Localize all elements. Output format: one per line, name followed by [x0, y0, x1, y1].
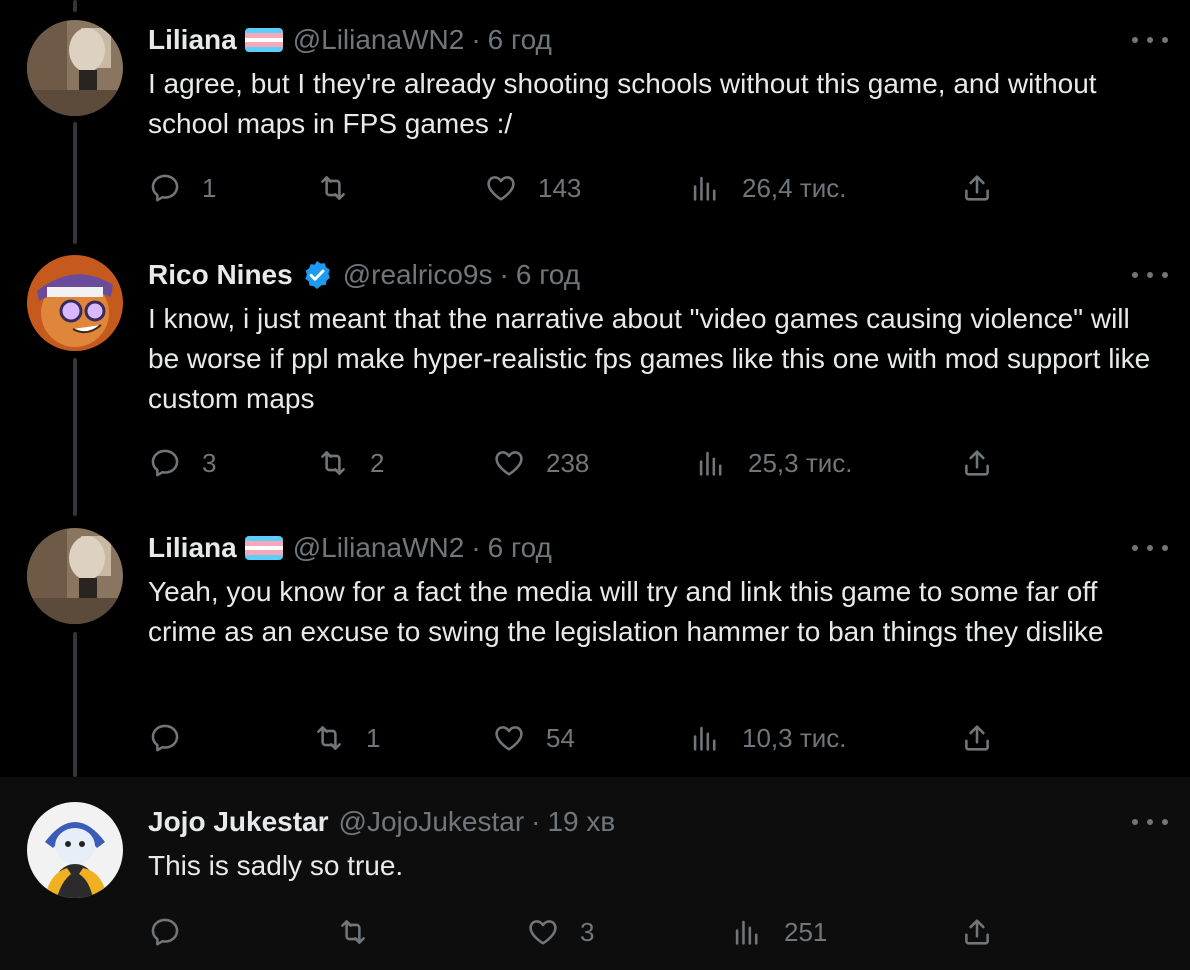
like-count: 143 [538, 172, 582, 203]
like-button[interactable]: 54 [492, 718, 575, 758]
retweet-button[interactable]: 2 [316, 443, 384, 483]
tweet[interactable]: Jojo Jukestar @JojoJukestar · 19 хв This… [0, 777, 1190, 970]
views-count: 25,3 тис. [748, 447, 853, 478]
tweet-text: I agree, but I they're already shooting … [148, 68, 1097, 139]
more-dots-icon[interactable] [1132, 812, 1168, 832]
transgender-flag-icon [244, 28, 283, 52]
retweet-icon [316, 171, 350, 205]
avatar[interactable] [27, 20, 123, 116]
views-button[interactable]: 26,4 тис. [688, 168, 846, 208]
retweet-button[interactable] [316, 168, 370, 208]
heart-icon [492, 446, 526, 480]
separator-dot: · [499, 259, 509, 290]
reply-button[interactable] [148, 912, 202, 952]
views-count: 10,3 тис. [742, 722, 847, 753]
author-name[interactable]: Liliana [148, 532, 237, 564]
retweet-icon [312, 721, 346, 755]
tweet-text: This is sadly so true. [148, 850, 404, 881]
author-handle[interactable]: @LilianaWN2 [293, 24, 465, 56]
author-name[interactable]: Liliana [148, 24, 237, 56]
share-icon [960, 446, 994, 480]
author-handle[interactable]: @JojoJukestar [339, 806, 525, 838]
author-handle[interactable]: @LilianaWN2 [293, 532, 465, 564]
tweet-text: I know, i just meant that the narrative … [148, 303, 1151, 414]
avatar[interactable] [27, 802, 123, 898]
more-dots-icon[interactable] [1132, 538, 1168, 558]
tweet[interactable]: Liliana @LilianaWN2 · 6 год Yeah, you kn… [0, 520, 1190, 777]
reply-count: 1 [202, 172, 217, 203]
separator-dot: · [471, 532, 481, 563]
like-count: 3 [580, 916, 595, 947]
reply-icon [148, 721, 182, 755]
like-button[interactable]: 238 [492, 443, 589, 483]
more-dots-icon[interactable] [1132, 30, 1168, 50]
timestamp[interactable]: 6 год [488, 532, 552, 564]
timestamp[interactable]: 6 год [516, 259, 580, 291]
tweet-actions: 1 54 10,3 тис. [148, 718, 1008, 758]
bar-chart-icon [694, 446, 728, 480]
reply-count: 3 [202, 447, 217, 478]
retweet-icon [336, 915, 370, 949]
author-name[interactable]: Rico Nines [148, 259, 293, 291]
bar-chart-icon [688, 171, 722, 205]
share-button[interactable] [960, 912, 994, 952]
reply-button[interactable] [148, 718, 202, 758]
heart-icon [492, 721, 526, 755]
views-button[interactable]: 10,3 тис. [688, 718, 846, 758]
share-button[interactable] [960, 443, 994, 483]
heart-icon [484, 171, 518, 205]
bar-chart-icon [730, 915, 764, 949]
avatar[interactable] [27, 255, 123, 351]
tweet-header: Jojo Jukestar @JojoJukestar · 19 хв [148, 805, 615, 839]
separator-dot: · [531, 806, 541, 837]
timestamp[interactable]: 6 год [488, 24, 552, 56]
retweet-icon [316, 446, 350, 480]
transgender-flag-icon [244, 536, 283, 560]
reply-icon [148, 915, 182, 949]
tweet-header: Liliana @LilianaWN2 · 6 год [148, 531, 552, 565]
reply-button[interactable]: 3 [148, 443, 216, 483]
avatar[interactable] [27, 528, 123, 624]
separator-dot: · [471, 24, 481, 55]
heart-icon [526, 915, 560, 949]
views-count: 26,4 тис. [742, 172, 847, 203]
views-button[interactable]: 251 [730, 912, 827, 952]
timestamp[interactable]: 19 хв [547, 806, 615, 838]
tweet[interactable]: Rico Nines @realrico9s · 6 год I know, i… [0, 245, 1190, 520]
like-button[interactable]: 143 [484, 168, 581, 208]
share-button[interactable] [960, 168, 994, 208]
tweet-actions: 1 143 26,4 тис. [148, 168, 1008, 208]
tweet-actions: 3 251 [148, 912, 1008, 952]
tweet-header: Liliana @LilianaWN2 · 6 год [148, 23, 552, 57]
share-icon [960, 721, 994, 755]
like-count: 238 [546, 447, 590, 478]
bar-chart-icon [688, 721, 722, 755]
more-dots-icon[interactable] [1132, 265, 1168, 285]
like-button[interactable]: 3 [526, 912, 594, 952]
retweet-count: 2 [370, 447, 385, 478]
retweet-button[interactable] [336, 912, 390, 952]
reply-icon [148, 446, 182, 480]
tweet-header: Rico Nines @realrico9s · 6 год [148, 258, 580, 292]
views-count: 251 [784, 916, 828, 947]
tweet-actions: 3 2 238 25,3 тис. [148, 443, 1008, 483]
share-icon [960, 171, 994, 205]
author-name[interactable]: Jojo Jukestar [148, 806, 329, 838]
like-count: 54 [546, 722, 575, 753]
tweet-text: Yeah, you know for a fact the media will… [148, 576, 1104, 647]
retweet-button[interactable]: 1 [312, 718, 380, 758]
retweet-count: 1 [366, 722, 381, 753]
share-button[interactable] [960, 718, 994, 758]
verified-badge-icon [301, 259, 333, 291]
share-icon [960, 915, 994, 949]
reply-icon [148, 171, 182, 205]
views-button[interactable]: 25,3 тис. [694, 443, 852, 483]
author-handle[interactable]: @realrico9s [343, 259, 493, 291]
reply-button[interactable]: 1 [148, 168, 216, 208]
tweet[interactable]: Liliana @LilianaWN2 · 6 год I agree, but… [0, 0, 1190, 245]
